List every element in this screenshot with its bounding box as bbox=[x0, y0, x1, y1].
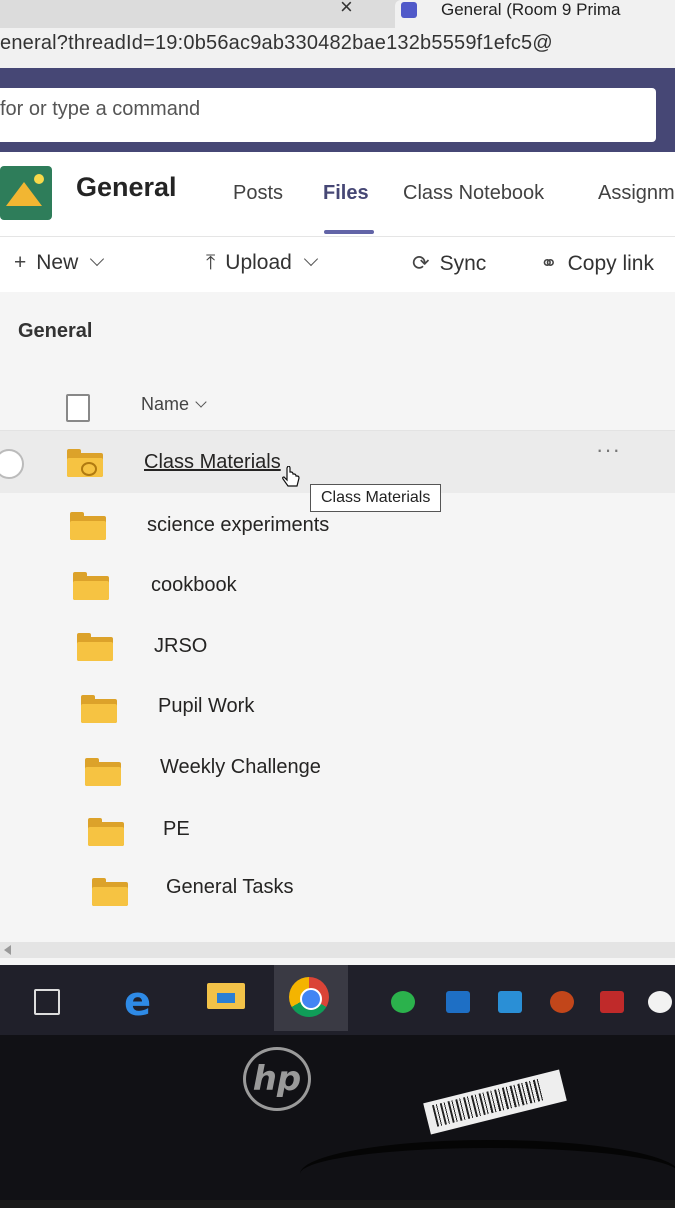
monitor-screen: × General (Room 9 Prima eneral?threadId=… bbox=[0, 0, 675, 965]
files-content: General Name Class Materials ··· science… bbox=[0, 292, 675, 965]
folder-icon bbox=[88, 818, 124, 846]
row-select-radio[interactable] bbox=[0, 449, 24, 479]
folder-breadcrumb[interactable]: General bbox=[18, 320, 92, 343]
tab-class-notebook[interactable]: Class Notebook bbox=[403, 182, 544, 205]
folder-icon bbox=[77, 633, 113, 661]
list-item[interactable]: cookbook bbox=[0, 554, 675, 616]
team-avatar[interactable] bbox=[0, 166, 52, 220]
chevron-down-icon bbox=[195, 396, 207, 408]
task-view-icon[interactable] bbox=[34, 989, 60, 1015]
app-icon-s[interactable] bbox=[446, 991, 470, 1013]
close-icon[interactable]: × bbox=[340, 0, 353, 20]
name-column-label: Name bbox=[141, 394, 190, 414]
folder-name[interactable]: Pupil Work bbox=[158, 695, 254, 718]
tab-posts[interactable]: Posts bbox=[233, 182, 283, 205]
channel-title: General bbox=[76, 172, 177, 202]
upload-icon: ⤒ bbox=[206, 251, 216, 274]
app-icon-green[interactable] bbox=[391, 991, 415, 1013]
list-item[interactable]: Weekly Challenge bbox=[0, 736, 675, 798]
browser-tab[interactable]: General (Room 9 Prima bbox=[395, 0, 675, 28]
new-label: New bbox=[36, 251, 79, 274]
app-icon-orange[interactable] bbox=[550, 991, 574, 1013]
list-item[interactable]: JRSO bbox=[0, 615, 675, 677]
upload-label: Upload bbox=[225, 251, 292, 274]
address-bar[interactable]: eneral?threadId=19:0b56ac9ab330482bae132… bbox=[0, 28, 675, 68]
chevron-down-icon bbox=[303, 251, 318, 267]
file-explorer-icon-detail bbox=[217, 993, 235, 1003]
folder-icon bbox=[85, 758, 121, 786]
folder-icon bbox=[67, 449, 103, 477]
cable bbox=[300, 1140, 675, 1208]
sync-label: Sync bbox=[439, 252, 487, 275]
folder-icon bbox=[73, 572, 109, 600]
list-item[interactable]: PE bbox=[0, 798, 675, 860]
folder-icon bbox=[81, 695, 117, 723]
plus-icon: + bbox=[14, 251, 27, 274]
active-tab-indicator bbox=[324, 230, 374, 234]
scroll-left-icon[interactable] bbox=[4, 945, 11, 955]
link-icon: ⚭ bbox=[540, 252, 558, 275]
upload-button[interactable]: ⤒ Upload bbox=[206, 251, 318, 275]
windows-taskbar: e bbox=[0, 965, 675, 1035]
command-bar: + New ⤒ Upload ⟳ Sync ⚭ Copy link bbox=[0, 236, 675, 293]
tab-assignments[interactable]: Assignm bbox=[598, 182, 675, 205]
folder-name[interactable]: PE bbox=[163, 818, 190, 841]
name-column-header[interactable]: Name bbox=[141, 394, 207, 415]
folder-name[interactable]: science experiments bbox=[147, 514, 329, 537]
folder-icon bbox=[70, 512, 106, 540]
folder-name[interactable]: JRSO bbox=[154, 635, 207, 658]
folder-name[interactable]: Class Materials bbox=[144, 451, 281, 474]
folder-name[interactable]: General Tasks bbox=[166, 876, 293, 899]
list-item[interactable]: General Tasks bbox=[0, 858, 675, 920]
sync-button[interactable]: ⟳ Sync bbox=[412, 251, 486, 276]
hand-cursor-icon bbox=[282, 466, 300, 487]
chrome-icon-center bbox=[300, 988, 322, 1010]
tab-files[interactable]: Files bbox=[323, 182, 369, 205]
copy-link-label: Copy link bbox=[567, 252, 654, 275]
app-icon-red[interactable] bbox=[600, 991, 624, 1013]
app-icon-blue[interactable] bbox=[498, 991, 522, 1013]
new-button[interactable]: + New bbox=[14, 251, 105, 275]
more-options-icon[interactable]: ··· bbox=[596, 437, 621, 463]
tent-icon bbox=[6, 182, 42, 206]
column-header: Name bbox=[0, 386, 675, 431]
search-input[interactable]: for or type a command bbox=[0, 88, 656, 142]
sun-icon bbox=[34, 174, 44, 184]
folder-name[interactable]: cookbook bbox=[151, 574, 237, 597]
file-icon bbox=[66, 394, 90, 422]
hp-logo: hp bbox=[243, 1047, 311, 1111]
url-text[interactable]: eneral?threadId=19:0b56ac9ab330482bae132… bbox=[0, 32, 553, 55]
tab-title: General (Room 9 Prima bbox=[441, 0, 621, 19]
folder-name[interactable]: Weekly Challenge bbox=[160, 756, 321, 779]
copy-link-button[interactable]: ⚭ Copy link bbox=[540, 251, 654, 276]
list-item[interactable]: Pupil Work bbox=[0, 675, 675, 737]
horizontal-scrollbar[interactable] bbox=[0, 942, 675, 958]
edge-icon[interactable]: e bbox=[124, 979, 151, 1025]
tooltip: Class Materials bbox=[310, 484, 442, 512]
folder-icon bbox=[92, 878, 128, 906]
chevron-down-icon bbox=[90, 251, 105, 267]
channel-header: General Posts Files Class Notebook Assig… bbox=[0, 152, 675, 236]
teams-icon bbox=[401, 2, 417, 18]
sync-icon: ⟳ bbox=[412, 252, 430, 275]
browser-tab-strip: × General (Room 9 Prima bbox=[0, 0, 675, 28]
search-placeholder: for or type a command bbox=[0, 98, 201, 120]
app-icon-white[interactable] bbox=[648, 991, 672, 1013]
